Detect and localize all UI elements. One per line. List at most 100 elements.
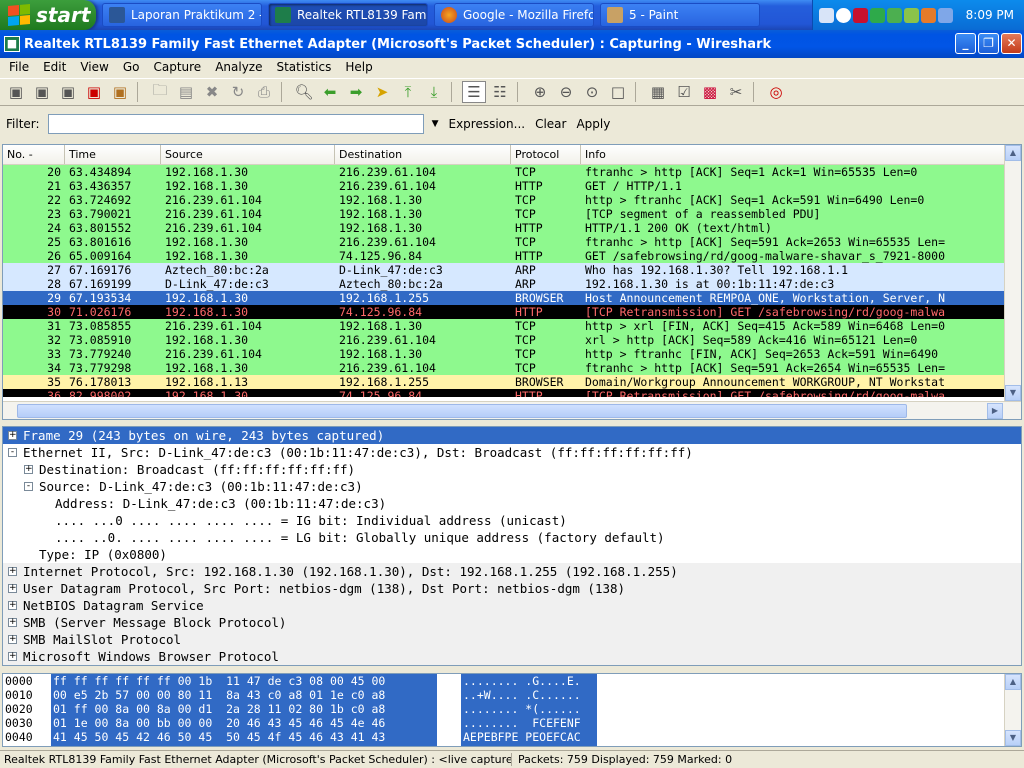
bytes-offset[interactable]: 0050 bbox=[3, 744, 51, 746]
packet-row[interactable]: 32 73.085910 192.168.1.30 216.239.61.104 TCP… bbox=[3, 333, 1021, 347]
menu-go[interactable]: Go bbox=[116, 60, 147, 74]
clear-button[interactable]: Clear bbox=[535, 117, 566, 131]
zoom-out-icon[interactable]: ⊖ bbox=[554, 81, 578, 103]
tray-flag-icon[interactable] bbox=[887, 7, 902, 23]
open-file-icon[interactable]: 🗀 bbox=[148, 81, 172, 103]
apply-button[interactable]: Apply bbox=[576, 117, 610, 131]
bytes-ascii[interactable]: ..+W.... .C...... bbox=[461, 688, 597, 702]
packet-row[interactable]: 36 82.998002 192.168.1.30 74.125.96.84 HTTP [… bbox=[3, 389, 1021, 397]
reload-icon[interactable]: ↻ bbox=[226, 81, 250, 103]
menu-file[interactable]: File bbox=[2, 60, 36, 74]
bytes-ascii[interactable]: ACACACAC A. FHEPF bbox=[461, 744, 597, 746]
packet-row[interactable]: 28 67.169199 D-Link_47:de:c3 Aztech_80:bc:2… bbox=[3, 277, 1021, 291]
packet-list-horizontal-scrollbar[interactable]: ▶ bbox=[3, 401, 1021, 419]
column-header-no[interactable]: No. - bbox=[3, 145, 65, 164]
column-header-source[interactable]: Source bbox=[161, 145, 335, 164]
packet-row[interactable]: 20 63.434894 192.168.1.30 216.239.61.104 TCP… bbox=[3, 165, 1021, 179]
column-header-info[interactable]: Info bbox=[581, 145, 1005, 164]
tray-play-icon[interactable] bbox=[870, 7, 885, 23]
packet-row[interactable]: 35 76.178013 192.168.1.13 192.168.1.255 BROW… bbox=[3, 375, 1021, 389]
packet-row[interactable]: 29 67.193534 192.168.1.30 192.168.1.255 BROW… bbox=[3, 291, 1021, 305]
bytes-hex[interactable]: 00 e5 2b 57 00 00 80 11 8a 43 c0 a8 01 1… bbox=[51, 688, 437, 702]
detail-tree-row[interactable]: Type: IP (0x0800) bbox=[3, 546, 1021, 563]
detail-tree-row[interactable]: - Ethernet II, Src: D-Link_47:de:c3 (00:1… bbox=[3, 444, 1021, 461]
bytes-hex[interactable]: ff ff ff ff ff ff 00 1b 11 47 de c3 08 0… bbox=[51, 674, 437, 688]
menu-capture[interactable]: Capture bbox=[146, 60, 208, 74]
detail-tree-row[interactable]: + Microsoft Windows Browser Protocol bbox=[3, 648, 1021, 665]
packet-row[interactable]: 25 63.801616 192.168.1.30 216.239.61.104 TCP… bbox=[3, 235, 1021, 249]
capture-filters-icon[interactable]: ▦ bbox=[646, 81, 670, 103]
minimize-button[interactable]: _ bbox=[955, 33, 976, 54]
restore-button[interactable]: ❐ bbox=[978, 33, 999, 54]
expand-icon[interactable]: + bbox=[8, 601, 17, 610]
print-icon[interactable]: ⎙ bbox=[252, 81, 276, 103]
menu-help[interactable]: Help bbox=[338, 60, 379, 74]
bytes-offset[interactable]: 0000 bbox=[3, 674, 51, 688]
bytes-hex[interactable]: 01 ff 00 8a 00 8a 00 d1 2a 28 11 02 80 1… bbox=[51, 702, 437, 716]
tray-shield-icon[interactable] bbox=[853, 7, 868, 23]
auto-scroll-icon[interactable]: ☷ bbox=[488, 81, 512, 103]
zoom-normal-icon[interactable]: ⊙ bbox=[580, 81, 604, 103]
filter-input[interactable] bbox=[47, 114, 424, 134]
bytes-offset[interactable]: 0040 bbox=[3, 730, 51, 744]
packet-row[interactable]: 31 73.085855 216.239.61.104 192.168.1.30 TCP… bbox=[3, 319, 1021, 333]
wireshark-app-icon[interactable]: ■ bbox=[4, 36, 20, 52]
capture-options-icon[interactable]: ▣ bbox=[30, 81, 54, 103]
taskbar-button-word[interactable]: Laporan Praktikum 2 -... bbox=[102, 3, 262, 27]
scroll-right-icon[interactable]: ▶ bbox=[987, 403, 1003, 419]
horizontal-scroll-thumb[interactable] bbox=[17, 404, 907, 418]
bytes-hex[interactable]: 41 45 50 45 42 46 50 45 50 45 4f 45 46 4… bbox=[51, 730, 437, 744]
go-forward-icon[interactable]: ➡ bbox=[344, 81, 368, 103]
packet-row[interactable]: 30 71.026176 192.168.1.30 74.125.96.84 HTTP [… bbox=[3, 305, 1021, 319]
bytes-offset[interactable]: 0020 bbox=[3, 702, 51, 716]
start-capture-icon[interactable]: ▣ bbox=[56, 81, 80, 103]
window-titlebar[interactable]: ■ Realtek RTL8139 Family Fast Ethernet A… bbox=[0, 30, 1024, 58]
expand-icon[interactable]: + bbox=[8, 635, 17, 644]
go-to-packet-icon[interactable]: ➤ bbox=[370, 81, 394, 103]
help-icon[interactable]: ◎ bbox=[764, 81, 788, 103]
expand-icon[interactable]: + bbox=[8, 431, 17, 440]
preferences-icon[interactable]: ✂ bbox=[724, 81, 748, 103]
collapse-icon[interactable]: - bbox=[8, 448, 17, 457]
bytes-hex[interactable]: 41 43 41 43 41 43 41 43 41 00 20 46 48 4… bbox=[51, 744, 437, 746]
bytes-offset[interactable]: 0010 bbox=[3, 688, 51, 702]
zoom-in-icon[interactable]: ⊕ bbox=[528, 81, 552, 103]
menu-statistics[interactable]: Statistics bbox=[269, 60, 338, 74]
taskbar-button-wireshark[interactable]: Realtek RTL8139 Fam... bbox=[268, 3, 428, 27]
colorize-icon[interactable]: ☰ bbox=[462, 81, 486, 103]
taskbar-button-paint[interactable]: 5 - Paint bbox=[600, 3, 760, 27]
menu-analyze[interactable]: Analyze bbox=[208, 60, 269, 74]
bytes-ascii[interactable]: ........ FCEFENF bbox=[461, 716, 597, 730]
expand-icon[interactable]: + bbox=[8, 618, 17, 627]
scroll-down-icon[interactable]: ▼ bbox=[1005, 730, 1021, 746]
start-button[interactable]: start bbox=[0, 0, 96, 30]
taskbar-button-firefox[interactable]: Google - Mozilla Firefox bbox=[434, 3, 594, 27]
detail-tree-row[interactable]: + Internet Protocol, Src: 192.168.1.30 (1… bbox=[3, 563, 1021, 580]
detail-tree-row[interactable]: Address: D-Link_47:de:c3 (00:1b:11:47:de… bbox=[3, 495, 1021, 512]
packet-row[interactable]: 23 63.790021 216.239.61.104 192.168.1.30 TCP… bbox=[3, 207, 1021, 221]
bytes-ascii[interactable]: AEPEBFPE PEOEFCAC bbox=[461, 730, 597, 744]
tray-people-icon[interactable] bbox=[904, 7, 919, 23]
packet-row[interactable]: 27 67.169176 Aztech_80:bc:2a D-Link_47:de:c… bbox=[3, 263, 1021, 277]
menu-view[interactable]: View bbox=[73, 60, 115, 74]
detail-tree-row[interactable]: + SMB (Server Message Block Protocol) bbox=[3, 614, 1021, 631]
packet-row[interactable]: 26 65.009164 192.168.1.30 74.125.96.84 HTTP G… bbox=[3, 249, 1021, 263]
go-back-icon[interactable]: ⬅ bbox=[318, 81, 342, 103]
column-header-time[interactable]: Time bbox=[65, 145, 161, 164]
display-filters-icon[interactable]: ☑ bbox=[672, 81, 696, 103]
packet-row[interactable]: 21 63.436357 192.168.1.30 216.239.61.104 HTT… bbox=[3, 179, 1021, 193]
bytes-ascii[interactable]: ........ *(...... bbox=[461, 702, 597, 716]
resize-columns-icon[interactable]: □ bbox=[606, 81, 630, 103]
stop-capture-icon[interactable]: ▣ bbox=[82, 81, 106, 103]
go-last-icon[interactable]: ⤓ bbox=[422, 81, 446, 103]
close-button[interactable]: ✕ bbox=[1001, 33, 1022, 54]
packet-list-vertical-scrollbar[interactable]: ▲ ▼ bbox=[1004, 145, 1021, 401]
detail-tree-row[interactable]: + Frame 29 (243 bytes on wire, 243 bytes … bbox=[3, 427, 1021, 444]
scroll-up-icon[interactable]: ▲ bbox=[1005, 674, 1021, 690]
bytes-vertical-scrollbar[interactable]: ▲ ▼ bbox=[1004, 674, 1021, 746]
tray-network-icon[interactable] bbox=[819, 7, 834, 23]
coloring-rules-icon[interactable]: ▩ bbox=[698, 81, 722, 103]
expand-icon[interactable]: + bbox=[8, 584, 17, 593]
packet-row[interactable]: 24 63.801552 216.239.61.104 192.168.1.30 HTT… bbox=[3, 221, 1021, 235]
menu-edit[interactable]: Edit bbox=[36, 60, 73, 74]
